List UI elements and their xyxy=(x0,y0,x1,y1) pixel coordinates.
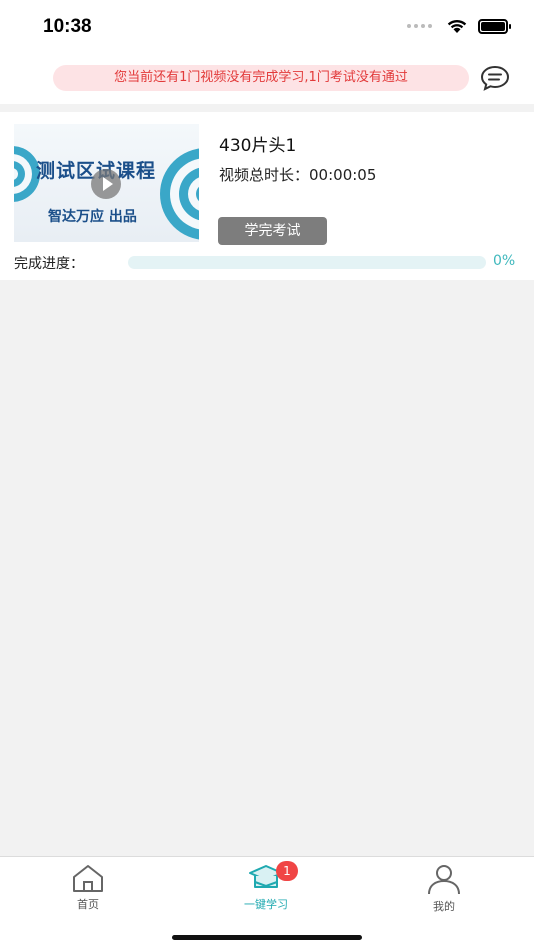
progress-label: 完成进度： xyxy=(14,256,84,272)
home-icon xyxy=(73,865,103,892)
header: 您当前还有1门视频没有完成学习,1门考试没有通过 xyxy=(0,56,534,104)
duration-label: 视频总时长： xyxy=(219,166,310,184)
course-title: 430片头1 xyxy=(219,136,297,156)
tab-profile-label: 我的 xyxy=(433,900,455,913)
tab-study[interactable]: 1 一键学习 xyxy=(216,861,316,917)
status-bar: 10:38 xyxy=(0,0,534,56)
tab-profile[interactable]: 我的 xyxy=(394,863,494,917)
tab-study-badge: 1 xyxy=(276,861,298,881)
exam-button[interactable]: 学完考试 xyxy=(218,217,327,245)
home-indicator xyxy=(172,935,362,940)
status-indicators xyxy=(407,18,511,34)
progress-value: 0% xyxy=(493,253,516,269)
wifi-icon xyxy=(447,19,467,33)
play-icon[interactable] xyxy=(91,169,121,199)
notice-banner: 您当前还有1门视频没有完成学习,1门考试没有通过 xyxy=(53,65,469,91)
course-duration: 视频总时长：00:00:05 xyxy=(219,164,376,185)
tab-home[interactable]: 首页 xyxy=(38,863,138,917)
signal-icon xyxy=(407,24,432,28)
thumbnail-subtitle: 智达万应 出品 xyxy=(48,209,137,225)
user-icon xyxy=(428,865,460,895)
course-thumbnail[interactable]: 测试区试课程 智达万应 出品 xyxy=(14,124,199,242)
battery-icon xyxy=(478,18,511,34)
tab-study-label: 一键学习 xyxy=(244,898,288,911)
duration-value: 00:00:05 xyxy=(309,166,377,184)
progress-bar xyxy=(128,256,486,269)
tab-home-label: 首页 xyxy=(77,898,99,911)
message-icon[interactable] xyxy=(479,64,511,92)
status-time: 10:38 xyxy=(43,16,92,37)
